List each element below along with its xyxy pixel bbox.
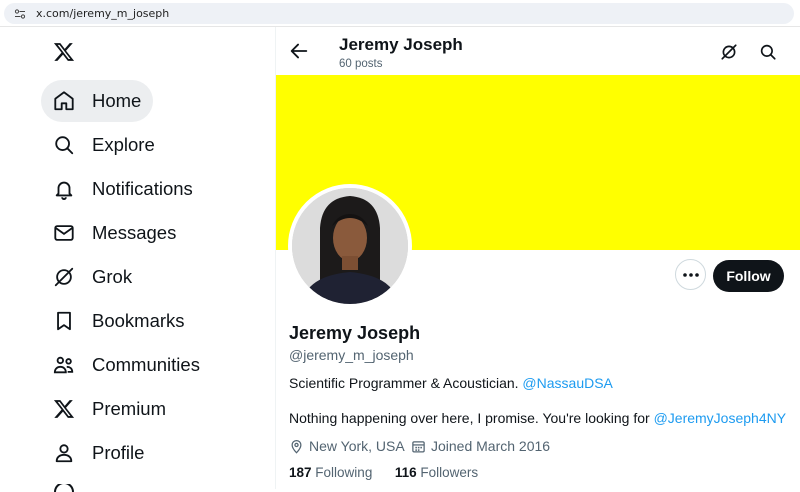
avatar[interactable] xyxy=(288,184,412,308)
sidebar-item-communities[interactable]: Communities xyxy=(41,344,212,386)
follow-counts: 187 Following 116 Followers xyxy=(289,465,478,480)
sidebar-item-grok[interactable]: Grok xyxy=(41,256,144,298)
search-icon[interactable] xyxy=(759,43,777,61)
browser-address-bar: x.com/jeremy_m_joseph xyxy=(0,0,800,27)
sidebar-item-label: Messages xyxy=(92,222,177,243)
bookmark-icon xyxy=(57,311,71,331)
calendar-icon xyxy=(412,440,425,452)
search-icon xyxy=(55,136,74,155)
sidebar-item-explore[interactable]: Explore xyxy=(41,124,167,166)
profile-handle: @jeremy_m_joseph xyxy=(289,347,414,363)
profile-location: New York, USA xyxy=(289,437,405,455)
followers-count: 116 xyxy=(394,465,417,480)
person-icon xyxy=(55,444,73,463)
site-settings-icon[interactable] xyxy=(14,9,26,19)
location-pin-icon xyxy=(291,439,302,454)
more-circle-icon[interactable] xyxy=(53,484,75,492)
sidebar-item-home[interactable]: Home xyxy=(41,80,154,122)
sidebar-item-bookmarks[interactable]: Bookmarks xyxy=(41,300,197,342)
back-arrow-icon[interactable] xyxy=(288,40,310,62)
post-count: 60 posts xyxy=(339,58,383,70)
note-mention-link[interactable]: @JeremyJoseph4NY xyxy=(654,410,787,426)
sidebar-item-label: Profile xyxy=(92,442,145,463)
sidebar-item-label: Grok xyxy=(92,266,133,287)
home-icon xyxy=(54,91,74,111)
sidebar-item-label: Communities xyxy=(92,354,200,375)
sidebar-item-label: Explore xyxy=(92,134,155,155)
profile-name: Jeremy Joseph xyxy=(289,323,421,343)
sidebar-item-profile[interactable]: Profile xyxy=(41,432,156,474)
followers-label: Followers xyxy=(420,465,479,480)
following-label: Following xyxy=(315,465,373,480)
sidebar-item-label: Notifications xyxy=(92,178,193,199)
joined-text: Joined March 2016 xyxy=(431,438,551,454)
sidebar-item-notifications[interactable]: Notifications xyxy=(41,168,205,210)
bio-mention-link[interactable]: @NassauDSA xyxy=(522,375,612,391)
x-logo-icon xyxy=(53,400,75,418)
bio-text: Scientific Programmer & Acoustician. xyxy=(289,375,523,391)
url-text: x.com/jeremy_m_joseph xyxy=(36,7,170,20)
followers-link[interactable]: 116 Followers xyxy=(395,465,478,480)
more-options-button[interactable] xyxy=(675,259,706,290)
avatar-photo xyxy=(292,188,408,304)
header-title: Jeremy Joseph xyxy=(339,35,463,54)
sidebar-item-messages[interactable]: Messages xyxy=(41,212,188,254)
follow-button[interactable]: Follow xyxy=(713,260,784,292)
people-icon xyxy=(53,356,74,374)
following-link[interactable]: 187 Following xyxy=(289,465,372,480)
ellipsis-icon xyxy=(682,272,699,277)
sidebar-item-label: Bookmarks xyxy=(92,310,185,331)
sidebar-item-premium[interactable]: Premium xyxy=(41,388,178,430)
sidebar-nav: Home Explore Notifications Messages Grok… xyxy=(0,27,276,492)
grok-icon xyxy=(54,267,74,287)
url-field[interactable]: x.com/jeremy_m_joseph xyxy=(4,3,794,24)
x-logo-icon[interactable] xyxy=(53,41,75,63)
envelope-icon xyxy=(54,225,74,241)
profile-joined: Joined March 2016 xyxy=(411,437,550,455)
profile-header: Jeremy Joseph 60 posts xyxy=(276,27,800,75)
grok-icon[interactable] xyxy=(720,43,738,61)
profile-note: Nothing happening over here, I promise. … xyxy=(289,410,786,426)
sidebar-item-label: Premium xyxy=(92,398,167,419)
following-count: 187 xyxy=(289,465,312,480)
profile-bio: Scientific Programmer & Acoustician. @Na… xyxy=(289,375,613,391)
sidebar-item-label: Home xyxy=(92,90,142,111)
note-text: Nothing happening over here, I promise. … xyxy=(289,410,654,426)
location-text: New York, USA xyxy=(309,438,405,454)
bell-icon xyxy=(55,181,73,200)
